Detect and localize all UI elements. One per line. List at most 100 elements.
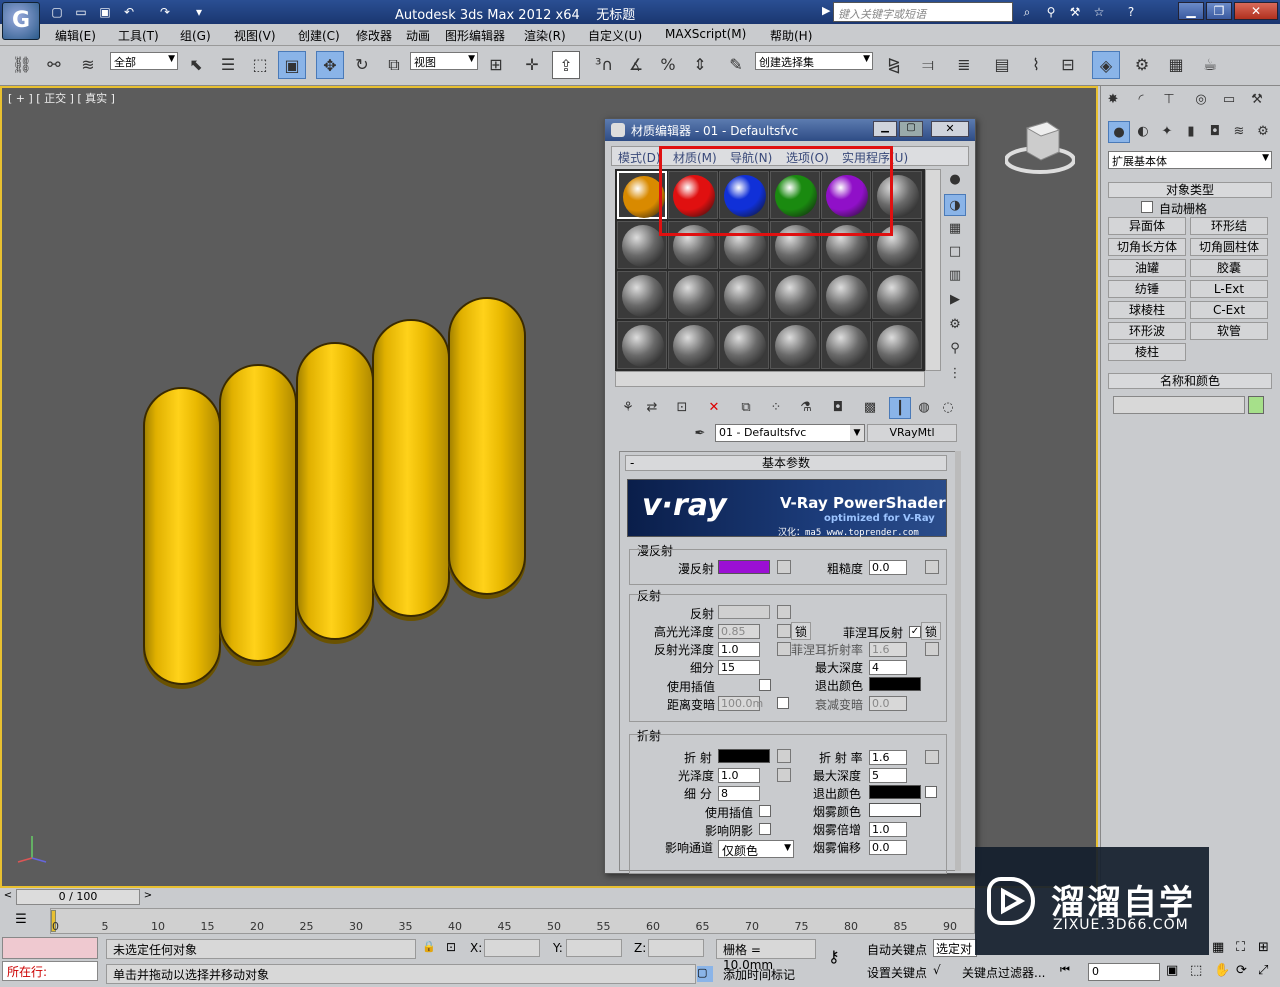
fog-mult-spinner[interactable]: 1.0 [869, 822, 907, 837]
capsule-object[interactable] [448, 297, 526, 595]
max-depth-spinner[interactable]: 4 [869, 660, 907, 675]
restore-button[interactable]: ❐ [1206, 2, 1232, 20]
close-button[interactable]: ✕ [1234, 2, 1278, 20]
gloss-map-button[interactable] [777, 768, 791, 782]
make-preview-icon[interactable]: ▶ [944, 289, 966, 311]
video-color-check-icon[interactable]: ▥ [944, 265, 966, 287]
schematic-view-icon[interactable]: ⊟ [1054, 51, 1082, 79]
set-key-button[interactable]: 设置关键点 [867, 964, 927, 981]
ior-spinner[interactable]: 1.6 [869, 750, 907, 765]
material-id-channel-icon[interactable]: ◘ [827, 397, 849, 419]
fresnel-ior-map-button[interactable] [925, 642, 939, 656]
refract-color-swatch[interactable] [718, 749, 770, 763]
maximize-viewport-icon[interactable]: ⤢ [1258, 963, 1276, 981]
material-slot[interactable] [668, 271, 718, 319]
reflect-map-button[interactable] [777, 605, 791, 619]
primitive-button[interactable]: 纺锤 [1108, 280, 1186, 298]
goto-start-icon[interactable]: ⏮ [1060, 963, 1084, 981]
cameras-icon[interactable]: ▮ [1180, 121, 1202, 143]
material-editor-icon[interactable]: ◈ [1092, 51, 1120, 79]
helpers-icon[interactable]: ◘ [1204, 121, 1226, 143]
selection-lock-icon[interactable]: 🔒 [422, 940, 438, 956]
menu-modifiers[interactable]: 修改器 [356, 27, 392, 44]
assign-to-selection-icon[interactable]: ⊡ [671, 397, 693, 419]
refr-exit-color-swatch[interactable] [869, 785, 921, 799]
hilight-gloss-map-button[interactable] [777, 624, 791, 638]
sample-type-icon[interactable]: ● [944, 169, 966, 191]
material-slot[interactable] [872, 321, 922, 369]
trackbar-menu-icon[interactable]: ☰ [12, 912, 30, 930]
hilight-gloss-spinner[interactable]: 0.85 [718, 624, 760, 639]
material-slot[interactable] [821, 271, 871, 319]
link-icon[interactable]: ⛓ [8, 51, 36, 79]
snaps-toggle-icon[interactable]: ³∩ [590, 51, 618, 79]
me-minimize-button[interactable]: ▁ [873, 121, 897, 137]
trackbar[interactable] [50, 908, 975, 934]
zoom-extents-icon[interactable]: ▦ [1212, 940, 1230, 958]
make-unique-icon[interactable]: ⁘ [765, 397, 787, 419]
refl-gloss-map-button[interactable] [777, 642, 791, 656]
roughness-spinner[interactable]: 0.0 [869, 560, 907, 575]
refl-gloss-spinner[interactable]: 1.0 [718, 642, 760, 657]
go-to-parent-icon[interactable]: ◍ [913, 397, 935, 419]
refr-max-depth-spinner[interactable]: 5 [869, 768, 907, 783]
put-to-scene-icon[interactable]: ⇄ [641, 397, 663, 419]
primitive-button[interactable]: 切角长方体 [1108, 238, 1186, 256]
slots-vertical-scrollbar[interactable] [925, 169, 941, 371]
show-map-icon[interactable]: ▩ [859, 397, 881, 419]
menu-create[interactable]: 创建(C) [298, 27, 340, 44]
field-of-view-icon[interactable]: ▣ [1166, 963, 1184, 981]
select-object-icon[interactable]: ⬉ [182, 51, 210, 79]
graphite-ribbon-icon[interactable]: ▤ [988, 51, 1016, 79]
menu-group[interactable]: 组(G) [180, 27, 211, 44]
select-rotate-icon[interactable]: ↻ [348, 51, 376, 79]
refr-exit-checkbox[interactable] [925, 786, 937, 798]
fresnel-checkbox[interactable]: ✓ [909, 626, 921, 638]
gloss-spinner[interactable]: 1.0 [718, 768, 760, 783]
x-coord-input[interactable] [484, 939, 540, 957]
primitive-button[interactable]: 棱柱 [1108, 343, 1186, 361]
primitive-button[interactable]: 胶囊 [1190, 259, 1268, 277]
name-color-rollout[interactable]: 名称和颜色 [1108, 373, 1272, 389]
angle-snap-icon[interactable]: ∡ [622, 51, 650, 79]
align-icon[interactable]: ⫤ [914, 51, 942, 79]
material-slot[interactable] [770, 271, 820, 319]
exit-color-swatch[interactable] [869, 677, 921, 691]
rect-selection-icon[interactable]: ⬚ [246, 51, 274, 79]
refr-subdivs-spinner[interactable]: 8 [718, 786, 760, 801]
select-scale-icon[interactable]: ⧉ [380, 51, 408, 79]
zoom-region-icon[interactable]: ⊞ [1258, 940, 1276, 958]
pan-hand-icon[interactable]: ✋ [1214, 963, 1232, 981]
primitive-button[interactable]: 油罐 [1108, 259, 1186, 277]
set-key-icon[interactable]: ⚷ [828, 947, 858, 971]
zoom-all-icon[interactable]: ⛶ [1236, 940, 1254, 958]
capsule-object[interactable] [219, 364, 297, 662]
add-time-tag-label[interactable]: 添加时间标记 [723, 966, 795, 983]
primitive-button[interactable]: C-Ext [1190, 301, 1268, 319]
hierarchy-tab-icon[interactable]: ⊤ [1158, 89, 1180, 111]
primitive-button[interactable]: L-Ext [1190, 280, 1268, 298]
refr-use-interp-checkbox[interactable] [759, 805, 771, 817]
menu-rendering[interactable]: 渲染(R) [524, 27, 566, 44]
material-slot[interactable] [770, 321, 820, 369]
percent-snap-icon[interactable]: % [654, 51, 682, 79]
render-setup-icon[interactable]: ⚙ [1128, 51, 1156, 79]
viewport-label[interactable]: [ + ] [ 正交 ] [ 真实 ] [8, 90, 115, 106]
keyboard-shortcut-icon[interactable]: ⇪ [552, 51, 580, 79]
material-map-navigator-icon[interactable]: ⋮ [944, 363, 966, 385]
named-selection-dropdown[interactable]: 创建选择集 [755, 52, 873, 70]
fog-color-swatch[interactable] [869, 803, 921, 817]
hilight-lock-button[interactable]: 锁 [791, 622, 811, 640]
select-move-icon[interactable]: ✥ [316, 51, 344, 79]
slots-horizontal-scrollbar[interactable] [615, 371, 925, 387]
go-forward-sibling-icon[interactable]: ◌ [937, 397, 959, 419]
customize-qa-icon[interactable]: ▾ [190, 3, 208, 21]
fresnel-lock-button[interactable]: 锁 [921, 622, 941, 640]
unlink-icon[interactable]: ⚯ [40, 51, 68, 79]
background-icon[interactable]: ▦ [944, 218, 966, 240]
capsule-object[interactable] [372, 319, 450, 617]
object-category-dropdown[interactable]: 扩展基本体 [1108, 151, 1272, 169]
time-tag-icon[interactable]: ▢ [697, 966, 713, 982]
primitive-button[interactable]: 软管 [1190, 322, 1268, 340]
fog-bias-spinner[interactable]: 0.0 [869, 840, 907, 855]
